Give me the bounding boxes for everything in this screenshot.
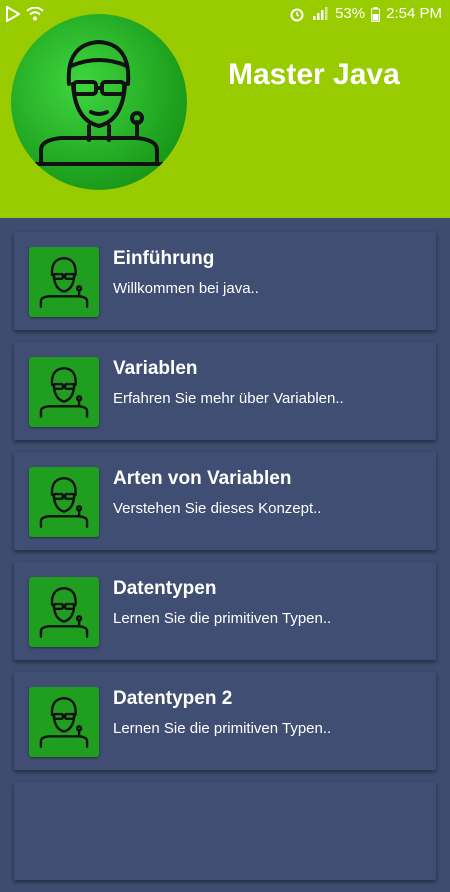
play-icon [6,6,20,22]
speaker-avatar-icon [39,696,89,748]
lesson-avatar [29,687,99,757]
lesson-avatar [29,467,99,537]
clock: 2:54 PM [386,5,442,22]
wifi-icon [26,7,44,21]
header-avatar [11,14,187,190]
lesson-card-partial[interactable] [14,782,436,880]
lesson-subtitle: Lernen Sie die primitiven Typen.. [113,720,332,737]
speaker-avatar-icon [39,256,89,308]
lesson-title: Arten von Variablen [113,468,292,489]
lesson-list: Einführung Willkommen bei java.. Variabl… [14,232,436,892]
speaker-avatar-icon [29,40,169,166]
lesson-card[interactable]: Arten von Variablen Verstehen Sie dieses… [14,452,436,550]
lesson-title: Datentypen 2 [113,688,233,709]
battery-icon [371,6,381,22]
signal-icon [311,7,329,21]
lesson-subtitle: Verstehen Sie dieses Konzept.. [113,500,322,517]
lesson-subtitle: Willkommen bei java.. [113,280,259,297]
app-title: Master Java [228,58,400,91]
app-header: 53% 2:54 PM Master Java [0,0,450,218]
lesson-card[interactable]: Einführung Willkommen bei java.. [14,232,436,330]
lesson-avatar [29,357,99,427]
lesson-subtitle: Lernen Sie die primitiven Typen.. [113,610,332,627]
lesson-card[interactable]: Datentypen Lernen Sie die primitiven Typ… [14,562,436,660]
speaker-avatar-icon [39,476,89,528]
lesson-avatar [29,577,99,647]
lesson-title: Variablen [113,358,198,379]
lesson-subtitle: Erfahren Sie mehr über Variablen.. [113,390,344,407]
speaker-avatar-icon [39,586,89,638]
lesson-card[interactable]: Datentypen 2 Lernen Sie die primitiven T… [14,672,436,770]
battery-percentage: 53% [335,5,366,22]
alarm-icon [289,6,305,22]
lesson-title: Einführung [113,248,215,269]
lesson-avatar [29,247,99,317]
speaker-avatar-icon [39,366,89,418]
lesson-title: Datentypen [113,578,217,599]
lesson-card[interactable]: Variablen Erfahren Sie mehr über Variabl… [14,342,436,440]
